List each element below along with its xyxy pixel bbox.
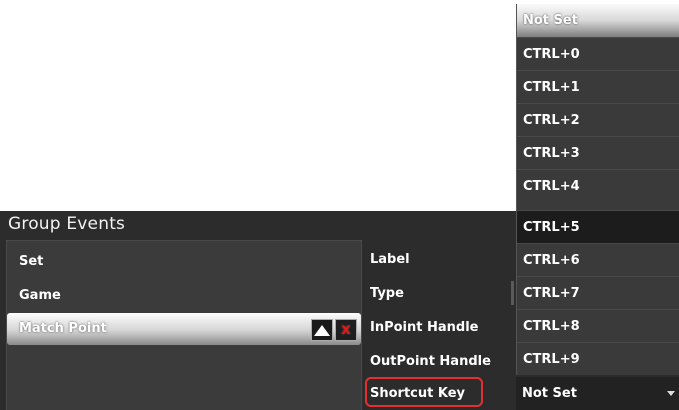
triangle-up-icon <box>314 324 330 336</box>
move-up-button[interactable] <box>311 319 333 341</box>
dropdown-option[interactable]: CTRL+8 <box>517 309 679 342</box>
shortcut-key-dropdown-list: Not Set CTRL+0 CTRL+1 CTRL+2 CTRL+3 CTRL… <box>516 4 679 375</box>
events-list: Set Game Match Point x <box>6 240 362 410</box>
dropdown-option[interactable]: CTRL+2 <box>517 103 679 136</box>
event-label: Match Point <box>19 321 107 336</box>
dropdown-option[interactable]: CTRL+9 <box>517 342 679 375</box>
label-field-label: Label <box>370 252 410 267</box>
dropdown-option-hovered[interactable]: CTRL+5 <box>517 210 679 243</box>
close-icon: x <box>341 320 351 338</box>
dropdown-option[interactable]: CTRL+1 <box>517 70 679 103</box>
chevron-down-icon[interactable] <box>667 391 675 396</box>
dropdown-option[interactable]: CTRL+3 <box>517 136 679 169</box>
dropdown-option[interactable]: Not Set <box>517 4 679 37</box>
shortcut-key-label: Shortcut Key <box>370 386 466 401</box>
list-item-selected[interactable]: Match Point x <box>7 313 361 345</box>
shortcut-key-select[interactable]: Not Set <box>516 377 679 410</box>
delete-button[interactable]: x <box>335 319 357 341</box>
dropdown-option[interactable]: CTRL+7 <box>517 276 679 309</box>
list-item[interactable]: Set <box>7 246 361 278</box>
outpoint-handle-label: OutPoint Handle <box>370 354 491 369</box>
list-item[interactable]: Game <box>7 280 361 312</box>
dropdown-option[interactable]: CTRL+0 <box>517 37 679 70</box>
dropdown-option[interactable]: CTRL+4 <box>517 169 679 202</box>
inpoint-handle-label: InPoint Handle <box>370 320 479 335</box>
item-actions: x <box>311 319 357 341</box>
field-divider <box>511 281 514 305</box>
type-field-label: Type <box>370 286 404 301</box>
event-label: Set <box>19 254 44 269</box>
dropdown-option[interactable]: CTRL+6 <box>517 243 679 276</box>
panel-title: Group Events <box>8 214 126 234</box>
event-label: Game <box>19 288 61 303</box>
selected-value: Not Set <box>522 386 577 401</box>
